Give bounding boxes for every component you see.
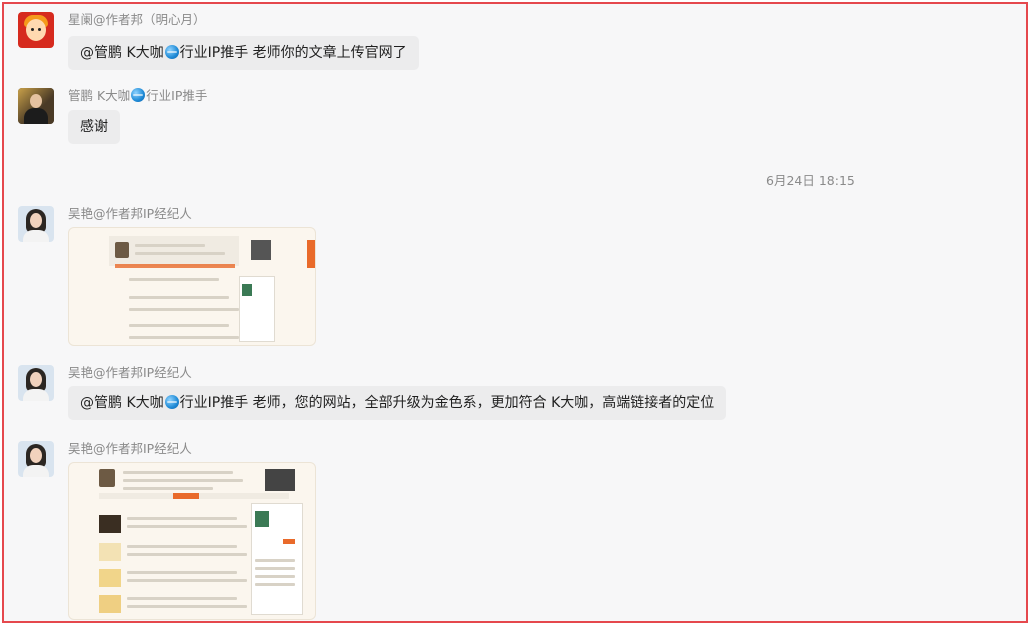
avatar[interactable]: [18, 365, 54, 401]
message-text: 行业IP推手 老师你的文章上传官网了: [179, 45, 407, 61]
globe-icon: [164, 395, 179, 409]
avatar[interactable]: [18, 12, 54, 48]
sender-name[interactable]: 吴艳@作者邦IP经纪人: [68, 365, 192, 381]
message-text: 行业IP推手 老师，您的网站，全部升级为金色系，更加符合 K大咖，高端链接者的定…: [179, 395, 715, 411]
sender-name[interactable]: 星阑@作者邦（明心月）: [68, 12, 206, 28]
sender-name[interactable]: 吴艳@作者邦IP经纪人: [68, 206, 192, 222]
message-bubble[interactable]: @管鹏 K大咖 行业IP推手 老师你的文章上传官网了: [68, 36, 419, 70]
message-text: 感谢: [80, 119, 108, 135]
globe-icon: [131, 88, 146, 102]
avatar[interactable]: [18, 88, 54, 124]
sender-name[interactable]: 管鹏 K大咖 行业IP推手: [68, 88, 207, 104]
avatar[interactable]: [18, 441, 54, 477]
message-text: @管鹏 K大咖: [80, 395, 164, 411]
avatar[interactable]: [18, 206, 54, 242]
image-attachment[interactable]: [68, 227, 316, 346]
message-text: @管鹏 K大咖: [80, 45, 164, 61]
sender-name[interactable]: 吴艳@作者邦IP经纪人: [68, 441, 192, 457]
message-timestamp: 6月24日 18:15: [766, 173, 855, 188]
globe-icon: [164, 45, 179, 59]
message-bubble[interactable]: 感谢: [68, 110, 120, 144]
message-bubble[interactable]: @管鹏 K大咖 行业IP推手 老师，您的网站，全部升级为金色系，更加符合 K大咖，…: [68, 386, 727, 420]
image-attachment[interactable]: [68, 462, 316, 620]
chat-window: 星阑@作者邦（明心月） @管鹏 K大咖 行业IP推手 老师你的文章上传官网了 管鹏…: [2, 2, 1028, 623]
